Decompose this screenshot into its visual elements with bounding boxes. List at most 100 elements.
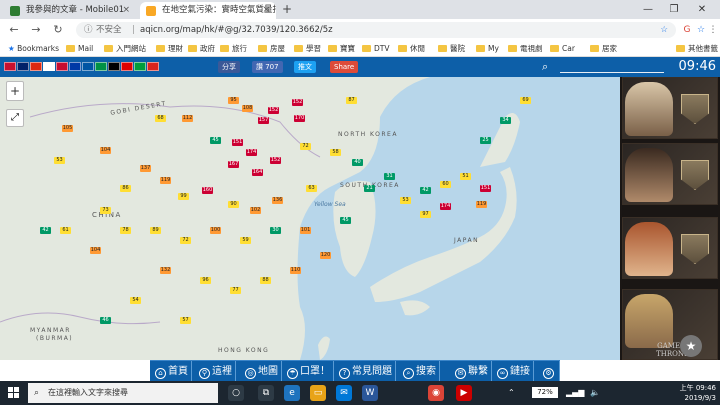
back-button[interactable]: ← — [6, 22, 22, 38]
aqi-station-marker[interactable]: 97 — [420, 211, 431, 218]
zoom-in-button[interactable]: + — [7, 82, 23, 100]
bookmark-item[interactable]: 電視劇 — [508, 41, 543, 57]
aqi-station-marker[interactable]: 31 — [384, 173, 395, 180]
taskbar-clock[interactable]: 上午 09:46 2019/9/3 — [672, 383, 716, 403]
aqi-station-marker[interactable]: 174 — [246, 149, 257, 156]
taskbar-app-icon[interactable]: ⧉ — [258, 385, 274, 401]
aqi-station-marker[interactable]: 77 — [230, 287, 241, 294]
aqi-station-marker[interactable]: 120 — [320, 252, 331, 259]
language-flag-icon[interactable] — [69, 62, 81, 71]
aqi-station-marker[interactable]: 88 — [260, 277, 271, 284]
menu-icon[interactable]: ⋮ — [706, 22, 720, 38]
aqi-station-marker[interactable]: 57 — [180, 317, 191, 324]
aqi-station-marker[interactable]: 108 — [242, 105, 253, 112]
aqi-station-marker[interactable]: 87 — [346, 97, 357, 104]
ad-card-sansa[interactable] — [622, 217, 718, 279]
aqi-station-marker[interactable]: 119 — [160, 177, 171, 184]
reload-button[interactable]: ↻ — [50, 22, 66, 38]
aqi-station-marker[interactable]: 68 — [155, 115, 166, 122]
language-flag-icon[interactable] — [30, 62, 42, 71]
aqi-station-marker[interactable]: 86 — [120, 185, 131, 192]
bookmark-item[interactable]: ★ Bookmarks — [8, 41, 59, 57]
aqi-station-marker[interactable]: 60 — [440, 181, 451, 188]
close-window-button[interactable]: ✕ — [690, 0, 714, 19]
taskbar-app-icon[interactable]: W — [362, 385, 378, 401]
aqi-station-marker[interactable]: 42 — [420, 187, 431, 194]
aqi-station-marker[interactable]: 151 — [480, 185, 491, 192]
volume-icon[interactable]: 🔈 — [590, 381, 600, 405]
aqi-station-marker[interactable]: 21 — [364, 185, 375, 192]
aqi-station-marker[interactable]: 78 — [120, 227, 131, 234]
aqi-station-marker[interactable]: 58 — [330, 149, 341, 156]
tab-close-icon[interactable]: × — [262, 2, 270, 19]
ad-card-jon[interactable] — [622, 143, 718, 205]
share-button[interactable]: 推文 — [294, 61, 316, 73]
taskbar-search-box[interactable]: ⌕ 在這裡輸入文字來搜尋 — [28, 383, 218, 403]
search-underline[interactable] — [560, 72, 664, 73]
aqi-station-marker[interactable]: 34 — [500, 117, 511, 124]
aqi-station-marker[interactable]: 132 — [160, 267, 171, 274]
bookmark-item[interactable]: Car — [550, 41, 575, 57]
bottom-nav-item[interactable]: ☂ 口罩！ — [284, 361, 334, 382]
aqi-station-marker[interactable]: 110 — [290, 267, 301, 274]
bookmark-star-icon[interactable]: ☆ — [660, 22, 668, 38]
browser-tab-mobile01[interactable]: 我參與的文章 - Mobile01 × — [4, 2, 136, 19]
share-button[interactable]: 分享 — [218, 61, 240, 73]
taskbar-app-icon[interactable]: ✉ — [336, 385, 352, 401]
bottom-nav-item[interactable]: ✉ 聯繫 — [452, 361, 492, 382]
aqi-station-marker[interactable]: 152 — [270, 157, 281, 164]
aqi-station-marker[interactable]: 119 — [476, 201, 487, 208]
new-tab-button[interactable]: + — [282, 2, 292, 17]
address-bar[interactable]: ⓘ 不安全 | aqicn.org/map/hk/#@g/32.7039/120… — [76, 22, 676, 38]
bottom-nav-item[interactable]: ? 常見問題 — [336, 361, 396, 382]
aqi-station-marker[interactable]: 89 — [150, 227, 161, 234]
language-flag-icon[interactable] — [43, 62, 55, 71]
bookmark-item[interactable]: 旅行 — [220, 41, 247, 57]
language-flag-icon[interactable] — [108, 62, 120, 71]
aqi-station-marker[interactable]: 72 — [180, 237, 191, 244]
taskbar-app-icon[interactable]: ◉ — [428, 385, 444, 401]
language-flag-icon[interactable] — [17, 62, 29, 71]
aqi-station-marker[interactable]: 61 — [60, 227, 71, 234]
taskbar-app-icon[interactable]: ○ — [228, 385, 244, 401]
share-button[interactable]: 讚 707 — [252, 61, 283, 73]
aqi-station-marker[interactable]: 59 — [240, 237, 251, 244]
favorite-star-button[interactable]: ★ — [680, 335, 702, 357]
aqi-station-marker[interactable]: 63 — [306, 185, 317, 192]
bottom-nav-item[interactable]: ⌂ 首頁 — [152, 361, 192, 382]
bottom-nav-item[interactable]: ⚙ — [540, 361, 560, 382]
aqi-station-marker[interactable]: 51 — [460, 173, 471, 180]
aqi-station-marker[interactable]: 136 — [272, 197, 283, 204]
bookmark-item[interactable]: 寶寶 — [328, 41, 355, 57]
bookmark-item[interactable]: My — [476, 41, 499, 57]
aqi-station-marker[interactable]: 160 — [202, 187, 213, 194]
language-flag-icon[interactable] — [4, 62, 16, 71]
aqi-station-marker[interactable]: 95 — [228, 97, 239, 104]
search-icon[interactable]: ⌕ — [542, 60, 556, 74]
aqi-station-marker[interactable]: 105 — [62, 125, 73, 132]
aqi-station-marker[interactable]: 104 — [90, 247, 101, 254]
aqi-station-marker[interactable]: 54 — [130, 297, 141, 304]
language-flag-icon[interactable] — [134, 62, 146, 71]
bottom-nav-item[interactable]: ⚲ 這裡 — [196, 361, 236, 382]
language-flag-icon[interactable] — [95, 62, 107, 71]
aqi-station-marker[interactable]: 45 — [210, 137, 221, 144]
taskbar-app-icon[interactable]: e — [284, 385, 300, 401]
bookmark-item[interactable]: 入門網站 — [104, 41, 146, 57]
aqi-station-marker[interactable]: 167 — [228, 161, 239, 168]
google-extension-icon[interactable]: G — [680, 22, 694, 38]
bookmark-item[interactable]: Mail — [66, 41, 93, 57]
aqi-station-marker[interactable]: 152 — [292, 99, 303, 106]
aqi-station-marker[interactable]: 101 — [300, 227, 311, 234]
tray-up-arrow-icon[interactable]: ⌃ — [508, 381, 515, 405]
tab-close-icon[interactable]: × — [122, 2, 130, 19]
aqi-station-marker[interactable]: 30 — [270, 227, 281, 234]
aqi-station-marker[interactable]: 42 — [40, 227, 51, 234]
bottom-nav-item[interactable]: ∞ 鏈接 — [494, 361, 534, 382]
aqi-station-marker[interactable]: 137 — [140, 165, 151, 172]
aqi-station-marker[interactable]: 90 — [228, 201, 239, 208]
aqi-station-marker[interactable]: 73 — [100, 207, 111, 214]
url-text[interactable]: aqicn.org/map/hk/#@g/32.7039/120.3662/5z — [140, 22, 333, 38]
bookmark-item[interactable]: 休閒 — [398, 41, 425, 57]
aqi-station-marker[interactable]: 99 — [178, 193, 189, 200]
